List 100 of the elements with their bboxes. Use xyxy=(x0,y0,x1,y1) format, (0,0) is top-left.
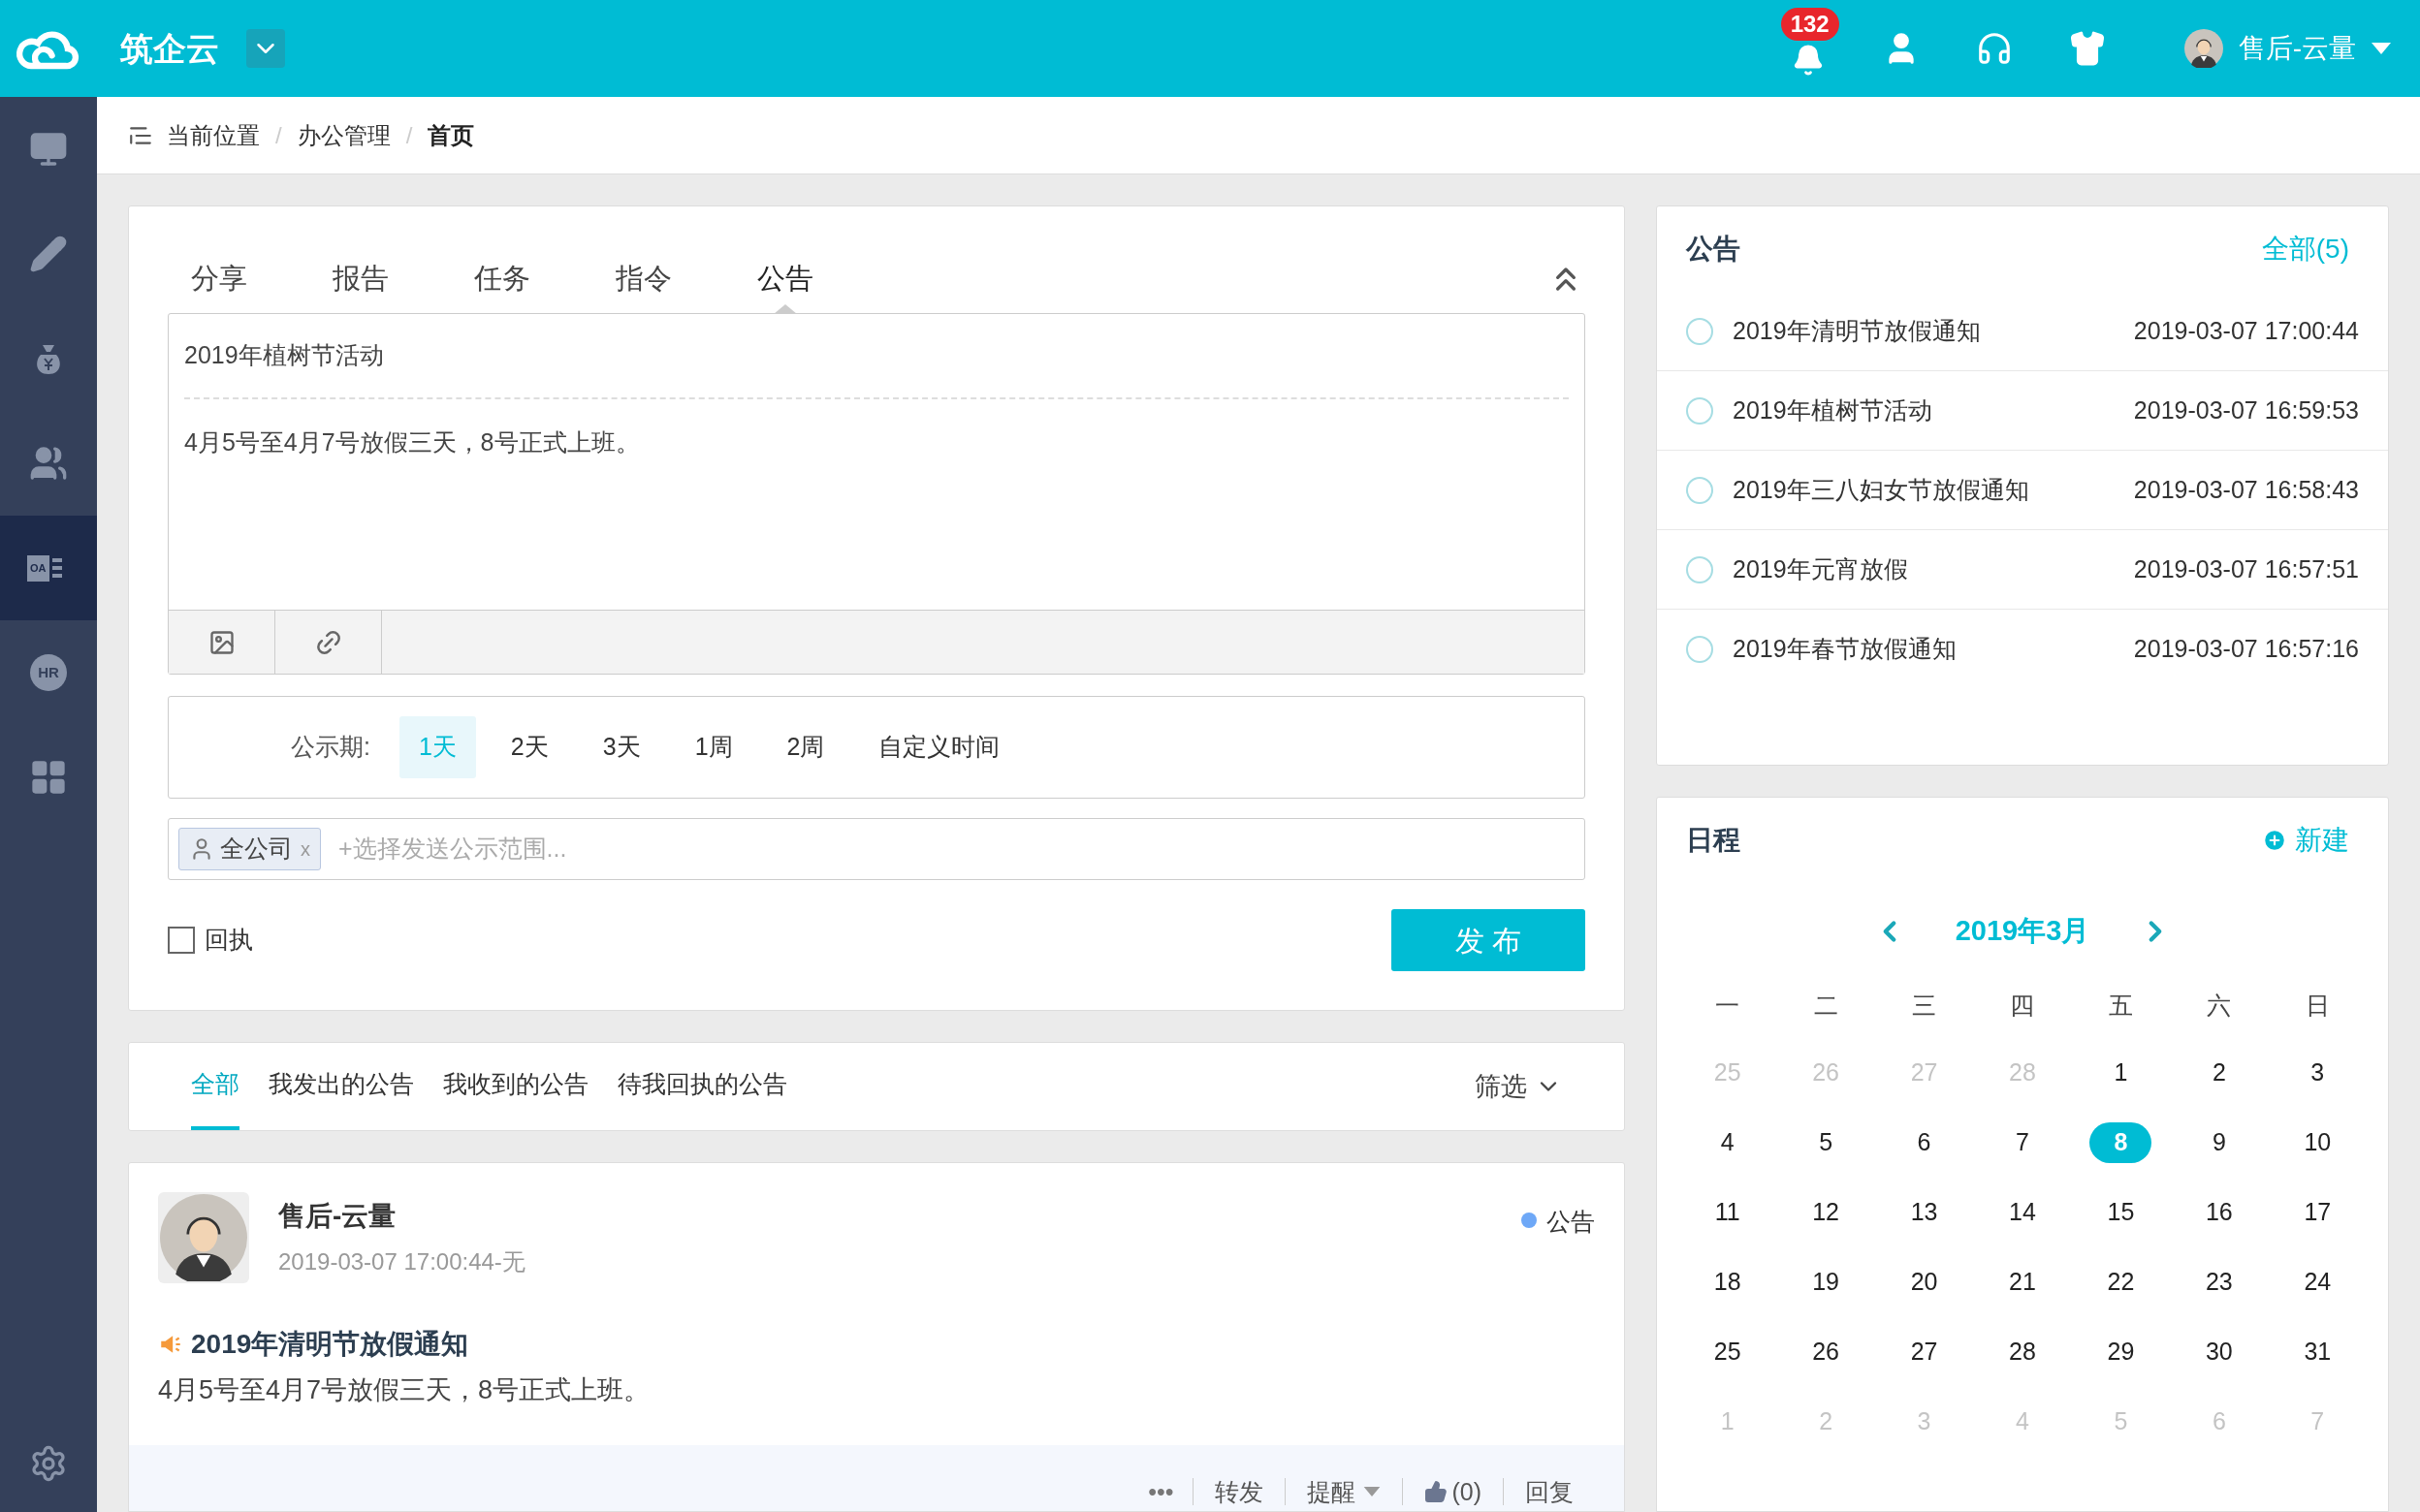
post-body: 4月5号至4月7号放假三天，8号正式上班。 xyxy=(157,1374,652,1406)
calendar-day[interactable]: 25 xyxy=(1696,1332,1759,1372)
breadcrumb-separator: / xyxy=(275,120,282,150)
notice-title: 2019年元宵放假 xyxy=(1733,553,1908,584)
calendar-day[interactable]: 5 xyxy=(1795,1122,1858,1163)
caret-down-icon xyxy=(2372,43,2391,54)
calendar-day[interactable]: 3 xyxy=(2286,1053,2349,1093)
weekday-label: 四 xyxy=(2010,991,2035,1022)
brand-dropdown[interactable] xyxy=(246,29,285,68)
month-label: 2019年3月 xyxy=(1954,914,2091,949)
filter-tab[interactable]: 待我回执的公告 xyxy=(618,1043,787,1130)
calendar-day[interactable]: 20 xyxy=(1893,1262,1956,1303)
post-title: 2019年清明节放假通知 xyxy=(191,1328,469,1361)
compose-tab[interactable]: 指令 xyxy=(592,245,695,313)
notice-time: 2019-03-07 17:00:44 xyxy=(2133,315,2359,346)
weekday-label: 六 xyxy=(2207,991,2232,1022)
hr-icon: HR xyxy=(30,654,67,691)
tag-label: 公告 xyxy=(1546,1207,1595,1237)
plus-icon xyxy=(2262,828,2287,853)
calendar-day[interactable]: 13 xyxy=(1893,1192,1956,1233)
notice-time: 2019-03-07 16:57:16 xyxy=(2133,634,2359,665)
calendar-day[interactable]: 9 xyxy=(2187,1122,2250,1163)
notice-row[interactable]: 2019年春节放假通知 2019-03-07 16:57:16 xyxy=(1657,610,2388,689)
calendar-day[interactable]: 22 xyxy=(2089,1262,2152,1303)
calendar-day[interactable]: 15 xyxy=(2089,1192,2152,1233)
period-option[interactable]: 2周 xyxy=(767,716,844,778)
title-field[interactable]: 2019年植树节活动 xyxy=(184,314,1569,399)
compose-tab[interactable]: 公告 xyxy=(734,245,837,313)
calendar-day[interactable]: 27 xyxy=(1893,1332,1956,1372)
post-meta: 2019-03-07 17:00:44-无 xyxy=(278,1247,525,1276)
filter-tab[interactable]: 我收到的公告 xyxy=(443,1043,589,1130)
calendar-day[interactable]: 6 xyxy=(1893,1122,1956,1163)
period-label: 公示期: xyxy=(291,732,370,763)
caret-down-icon xyxy=(1363,1487,1382,1497)
people-icon xyxy=(29,444,68,483)
weekday-label: 日 xyxy=(2305,991,2330,1022)
calendar-day[interactable]: 7 xyxy=(1991,1122,2054,1163)
calendar-day[interactable]: 17 xyxy=(2286,1192,2349,1233)
breadcrumb-label: 当前位置 xyxy=(167,120,260,150)
sidebar-item[interactable]: OA xyxy=(0,516,97,620)
scope-field[interactable]: 全公司 x +选择发送公示范围... xyxy=(168,818,1585,880)
grid-icon xyxy=(29,758,68,797)
remind-button[interactable]: 提醒 xyxy=(1286,1473,1403,1510)
notification-count: 132 xyxy=(1780,8,1839,41)
calendar-day[interactable]: 21 xyxy=(1991,1262,2054,1303)
weekday-label: 二 xyxy=(1813,991,1838,1022)
scope-tag-label: 全公司 xyxy=(220,834,293,865)
weekday-label: 五 xyxy=(2108,991,2133,1022)
pencil-icon xyxy=(29,235,68,273)
period-option[interactable]: 1周 xyxy=(675,716,752,778)
calendar-day[interactable]: 31 xyxy=(2286,1332,2349,1372)
period-option[interactable]: 3天 xyxy=(583,716,660,778)
forward-button[interactable]: 转发 xyxy=(1194,1473,1286,1510)
period-option[interactable]: 2天 xyxy=(491,716,568,778)
calendar-day[interactable]: 26 xyxy=(1795,1332,1858,1372)
filter-dropdown[interactable]: 筛选 xyxy=(1475,1043,1562,1130)
notice-time: 2019-03-07 16:57:51 xyxy=(2133,553,2359,584)
calendar-day[interactable]: 12 xyxy=(1795,1192,1858,1233)
weekday-label: 三 xyxy=(1912,991,1937,1022)
notice-row[interactable]: 2019年三八妇女节放假通知 2019-03-07 16:58:43 xyxy=(1657,451,2388,530)
compose-tab[interactable]: 分享 xyxy=(168,245,271,313)
receipt-checkbox[interactable] xyxy=(168,927,195,954)
avatar-icon xyxy=(2183,29,2223,68)
breadcrumb-link[interactable]: 首页 xyxy=(428,117,475,153)
brand-name: 筑企云 xyxy=(120,28,219,69)
notice-title: 2019年清明节放假通知 xyxy=(1733,315,1981,346)
calendar-day[interactable]: 14 xyxy=(1991,1192,2054,1233)
calendar-day[interactable]: 1 xyxy=(2089,1053,2152,1093)
scope-input[interactable]: +选择发送公示范围... xyxy=(338,831,1575,867)
more-button[interactable]: ••• xyxy=(1129,1473,1194,1510)
notice-title: 2019年春节放假通知 xyxy=(1733,634,1957,665)
calendar-day[interactable]: 10 xyxy=(2286,1122,2349,1163)
calendar-day[interactable]: 24 xyxy=(2286,1262,2349,1303)
calendar-day[interactable]: 18 xyxy=(1696,1262,1759,1303)
like-button[interactable]: (0) xyxy=(1403,1473,1503,1510)
body-field[interactable]: 4月5号至4月7号放假三天，8号正式上班。 xyxy=(184,399,1569,461)
notice-row[interactable]: 2019年元宵放假 2019-03-07 16:57:51 xyxy=(1657,530,2388,610)
card-title: 公告 xyxy=(1686,233,1740,266)
breadcrumb-separator: / xyxy=(405,120,413,150)
calendar-day[interactable]: 2 xyxy=(2187,1053,2250,1093)
calendar-day[interactable]: 19 xyxy=(1795,1262,1858,1303)
notice-title: 2019年植树节活动 xyxy=(1733,394,1932,425)
reply-button[interactable]: 回复 xyxy=(1504,1473,1595,1510)
calendar-day[interactable]: 23 xyxy=(2187,1262,2250,1303)
calendar-day[interactable]: 30 xyxy=(2187,1332,2250,1372)
calendar-day[interactable]: 4 xyxy=(1696,1122,1759,1163)
calendar-day[interactable]: 16 xyxy=(2187,1192,2250,1233)
calendar-day[interactable]: 11 xyxy=(1696,1192,1759,1233)
calendar-day[interactable]: 29 xyxy=(2089,1332,2152,1372)
filter-tab[interactable]: 我发出的公告 xyxy=(269,1043,414,1130)
compose-tab[interactable]: 任务 xyxy=(451,245,554,313)
shirt-icon xyxy=(2068,30,2106,67)
notice-time: 2019-03-07 16:59:53 xyxy=(2133,394,2359,425)
compose-tab[interactable]: 报告 xyxy=(309,245,412,313)
notice-row[interactable]: 2019年植树节活动 2019-03-07 16:59:53 xyxy=(1657,371,2388,451)
breadcrumb-link[interactable]: 办公管理 xyxy=(297,117,391,153)
notice-title: 2019年三八妇女节放假通知 xyxy=(1733,474,2029,505)
period-option[interactable]: 自定义时间 xyxy=(859,716,1020,778)
notice-row[interactable]: 2019年清明节放假通知 2019-03-07 17:00:44 xyxy=(1657,292,2388,371)
calendar-day[interactable]: 28 xyxy=(1991,1332,2054,1372)
